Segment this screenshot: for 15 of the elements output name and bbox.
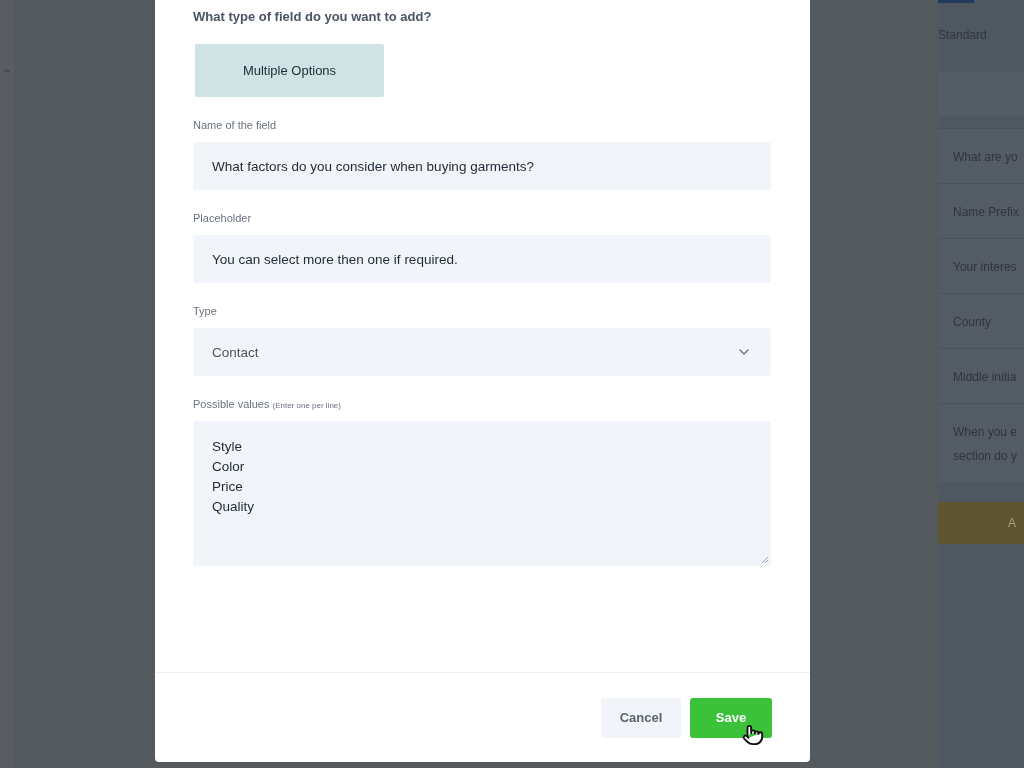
chevron-up-icon[interactable] — [2, 66, 12, 76]
field-type-option[interactable]: Multiple Options — [195, 44, 384, 97]
cancel-button[interactable]: Cancel — [601, 697, 681, 738]
hand-pointer-icon — [742, 723, 764, 746]
field-label: Possible values (Enter one per line) — [193, 398, 342, 410]
text-field[interactable]: What factors do you consider when buying garments? — [193, 142, 771, 190]
add-button[interactable]: A — [938, 502, 1024, 544]
field-label: Placeholder — [193, 212, 253, 224]
text-field[interactable]: You can select more then one if required. — [193, 235, 771, 283]
field-label: Name of the field — [193, 119, 278, 131]
select-field[interactable]: Contact — [193, 328, 771, 376]
textarea-field[interactable]: Style Color Price Quality — [193, 421, 771, 566]
resize-grip-icon[interactable] — [761, 556, 769, 564]
field-label: Type — [193, 305, 218, 317]
question-text: What type of field do you want to add? — [193, 9, 433, 24]
